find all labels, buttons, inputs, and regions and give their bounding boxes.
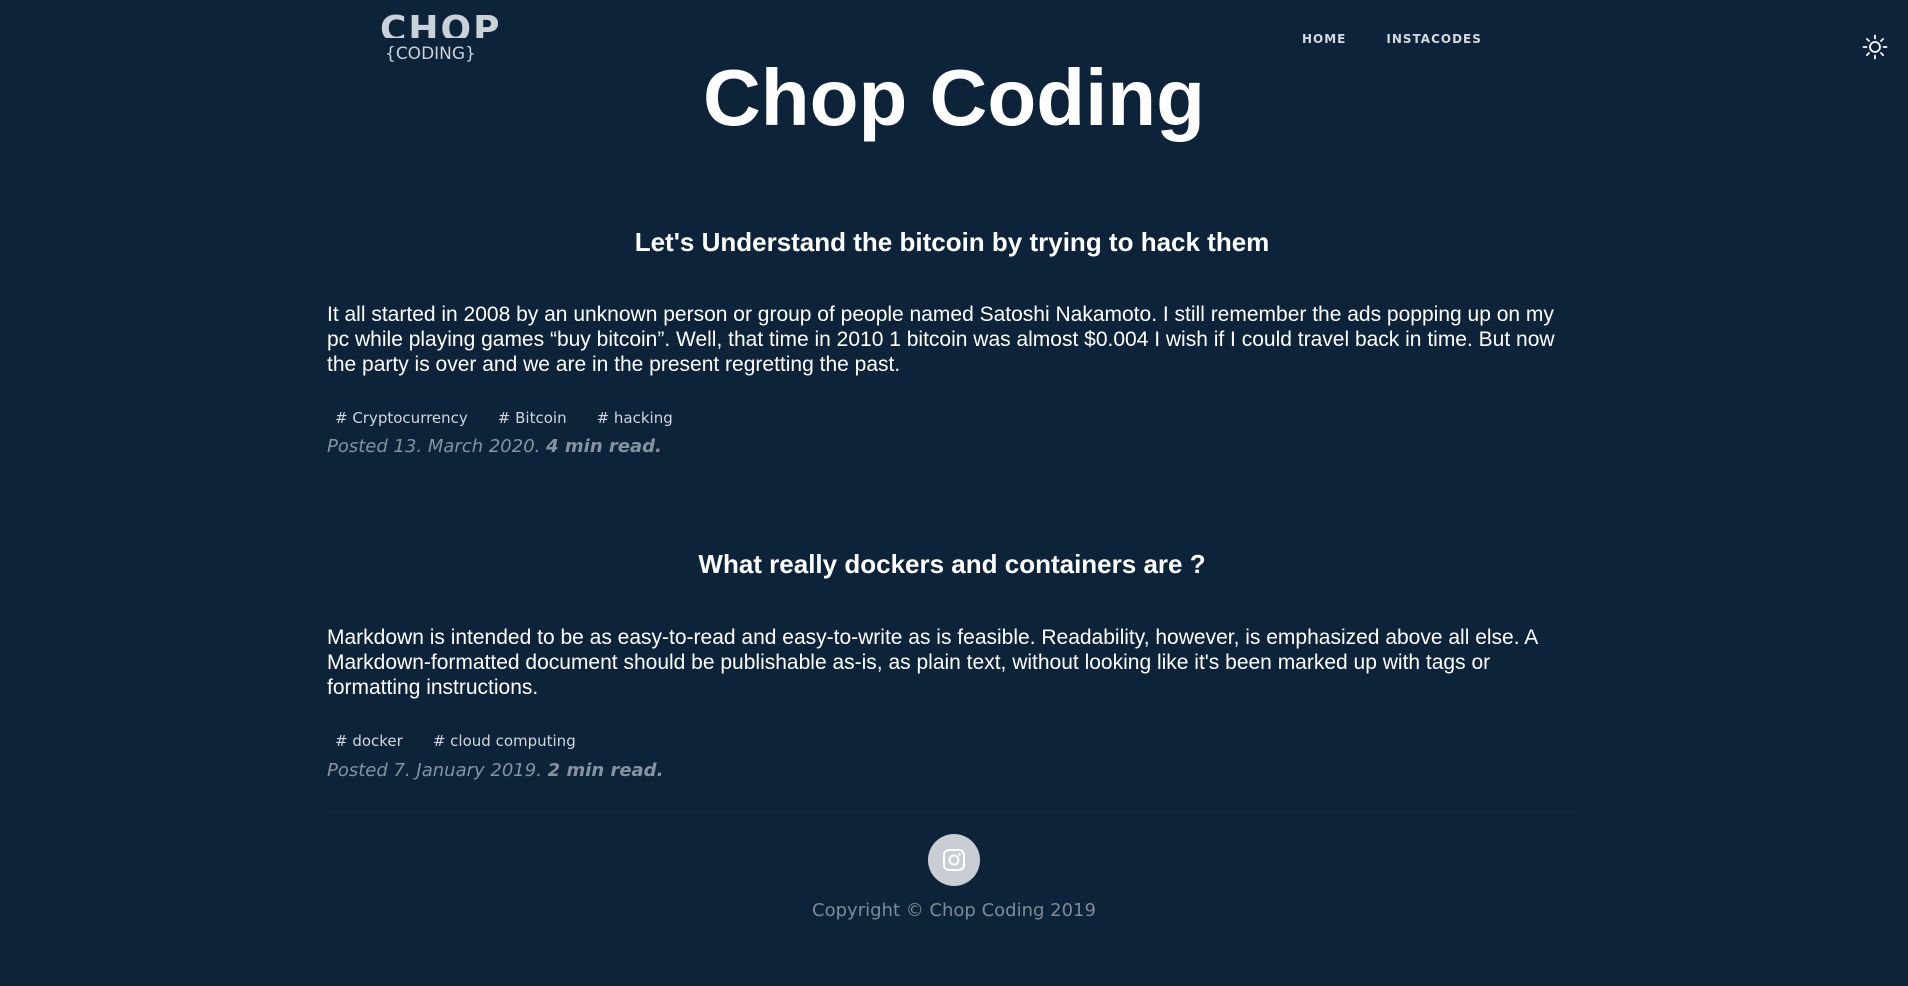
instagram-icon [943, 849, 965, 871]
main-nav: HOME INSTACODES [1302, 32, 1522, 46]
post-item: What really dockers and containers are ?… [327, 488, 1577, 813]
post-title[interactable]: Let's Understand the bitcoin by trying t… [327, 226, 1577, 258]
copyright-text: Copyright © Chop Coding 2019 [812, 900, 1096, 921]
post-title[interactable]: What really dockers and containers are ? [327, 548, 1577, 580]
post-list: Let's Understand the bitcoin by trying t… [327, 218, 1577, 813]
nav-item-home[interactable]: HOME [1302, 32, 1346, 46]
site-footer: Copyright © Chop Coding 2019 [0, 834, 1908, 922]
logo-top-text: CHOP [380, 9, 502, 38]
post-read-time: 2 min read. [547, 760, 664, 781]
post-date: Posted 13. March 2020. [327, 436, 541, 457]
post-date: Posted 7. January 2019. [327, 760, 542, 781]
post-tags: # Cryptocurrency # Bitcoin # hacking [327, 408, 703, 428]
tag-bitcoin[interactable]: # Bitcoin [498, 408, 567, 428]
post-excerpt: It all started in 2008 by an unknown per… [327, 303, 1555, 376]
post-meta: Posted 7. January 2019. 2 min read. [327, 760, 663, 782]
tag-cryptocurrency[interactable]: # Cryptocurrency [335, 408, 468, 428]
post-read-time: 4 min read. [546, 436, 662, 457]
post-meta: Posted 13. March 2020. 4 min read. [327, 436, 662, 458]
post-tags: # docker # cloud computing [327, 731, 606, 751]
post-item: Let's Understand the bitcoin by trying t… [327, 218, 1577, 488]
site-title: Chop Coding [702, 53, 1206, 142]
nav-item-instacodes[interactable]: INSTACODES [1386, 32, 1482, 46]
tag-hacking[interactable]: # hacking [597, 408, 673, 428]
instagram-link[interactable] [928, 834, 980, 886]
post-excerpt: Markdown is intended to be as easy-to-re… [327, 626, 1538, 699]
tag-docker[interactable]: # docker [335, 731, 403, 751]
tag-cloud-computing[interactable]: # cloud computing [433, 731, 576, 751]
